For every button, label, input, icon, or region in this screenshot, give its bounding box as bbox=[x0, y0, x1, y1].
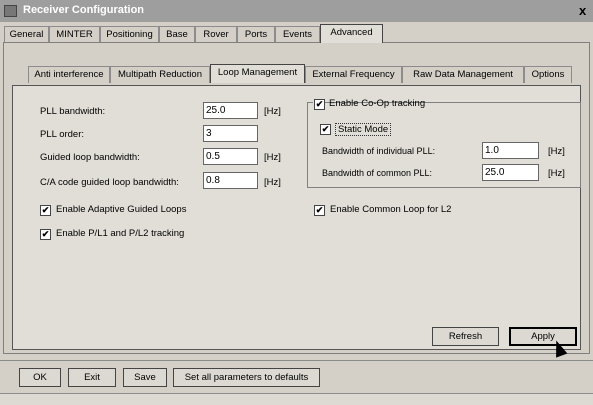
adaptive-guided-loops-label: Enable Adaptive Guided Loops bbox=[56, 204, 187, 215]
guided-loop-bandwidth-unit: [Hz] bbox=[264, 152, 281, 163]
coop-tracking-label: Enable Co-Op tracking bbox=[329, 98, 426, 109]
tab-loop-management[interactable]: Loop Management bbox=[210, 64, 305, 83]
refresh-button[interactable]: Refresh bbox=[432, 327, 499, 346]
individual-pll-bandwidth-label: Bandwidth of individual PLL: bbox=[322, 146, 436, 156]
guided-loop-bandwidth-label: Guided loop bandwidth: bbox=[40, 152, 140, 163]
common-loop-l2-checkbox[interactable]: ✔ bbox=[314, 205, 325, 216]
tab-rover[interactable]: Rover bbox=[195, 26, 237, 43]
coop-tracking-caption: ✔ Enable Co-Op tracking bbox=[313, 98, 425, 112]
close-icon[interactable]: x bbox=[579, 3, 586, 18]
window-title: Receiver Configuration bbox=[23, 4, 145, 16]
set-defaults-button[interactable]: Set all parameters to defaults bbox=[173, 368, 320, 387]
apply-button[interactable]: Apply bbox=[509, 327, 577, 346]
tab-minter[interactable]: MINTER bbox=[49, 26, 100, 43]
separator bbox=[0, 360, 593, 361]
tab-anti-interference[interactable]: Anti interference bbox=[28, 66, 110, 83]
guided-loop-bandwidth-field[interactable]: 0.5 bbox=[203, 148, 258, 165]
tab-positioning[interactable]: Positioning bbox=[100, 26, 159, 43]
tab-raw-data-management[interactable]: Raw Data Management bbox=[402, 66, 524, 83]
pll-order-label: PLL order: bbox=[40, 129, 85, 140]
common-pll-bandwidth-field[interactable]: 25.0 bbox=[482, 164, 539, 181]
common-pll-bandwidth-unit: [Hz] bbox=[548, 168, 565, 179]
receiver-config-window: Receiver Configuration x General MINTER … bbox=[0, 0, 593, 405]
adaptive-guided-loops-checkbox[interactable]: ✔ bbox=[40, 205, 51, 216]
save-button[interactable]: Save bbox=[123, 368, 167, 387]
pll-order-field[interactable]: 3 bbox=[203, 125, 258, 142]
static-mode-checkbox[interactable]: ✔ bbox=[320, 124, 331, 135]
tab-general[interactable]: General bbox=[4, 26, 49, 43]
pll-bandwidth-unit: [Hz] bbox=[264, 106, 281, 117]
pl1-pl2-tracking-label: Enable P/L1 and P/L2 tracking bbox=[56, 228, 185, 239]
pll-bandwidth-label: PLL bandwidth: bbox=[40, 106, 106, 117]
advanced-panel bbox=[3, 42, 590, 354]
exit-button[interactable]: Exit bbox=[68, 368, 116, 387]
status-bar bbox=[0, 393, 593, 405]
tab-multipath-reduction[interactable]: Multipath Reduction bbox=[110, 66, 210, 83]
coop-tracking-checkbox[interactable]: ✔ bbox=[314, 99, 325, 110]
tab-base[interactable]: Base bbox=[159, 26, 195, 43]
static-mode-label: Static Mode bbox=[335, 123, 392, 136]
tab-advanced[interactable]: Advanced bbox=[320, 24, 383, 43]
tab-events[interactable]: Events bbox=[275, 26, 320, 43]
common-loop-l2-label: Enable Common Loop for L2 bbox=[330, 204, 452, 215]
common-pll-bandwidth-label: Bandwidth of common PLL: bbox=[322, 168, 433, 178]
ca-guided-loop-bandwidth-unit: [Hz] bbox=[264, 177, 281, 188]
individual-pll-bandwidth-field[interactable]: 1.0 bbox=[482, 142, 539, 159]
title-bar: Receiver Configuration x bbox=[0, 0, 593, 22]
ca-guided-loop-bandwidth-label: C/A code guided loop bandwidth: bbox=[40, 177, 179, 188]
tab-options[interactable]: Options bbox=[524, 66, 572, 83]
tab-ports[interactable]: Ports bbox=[237, 26, 275, 43]
app-icon bbox=[4, 5, 17, 17]
pll-bandwidth-field[interactable]: 25.0 bbox=[203, 102, 258, 119]
ok-button[interactable]: OK bbox=[19, 368, 61, 387]
individual-pll-bandwidth-unit: [Hz] bbox=[548, 146, 565, 157]
tab-external-frequency[interactable]: External Frequency bbox=[305, 66, 402, 83]
ca-guided-loop-bandwidth-field[interactable]: 0.8 bbox=[203, 172, 258, 189]
pl1-pl2-tracking-checkbox[interactable]: ✔ bbox=[40, 229, 51, 240]
